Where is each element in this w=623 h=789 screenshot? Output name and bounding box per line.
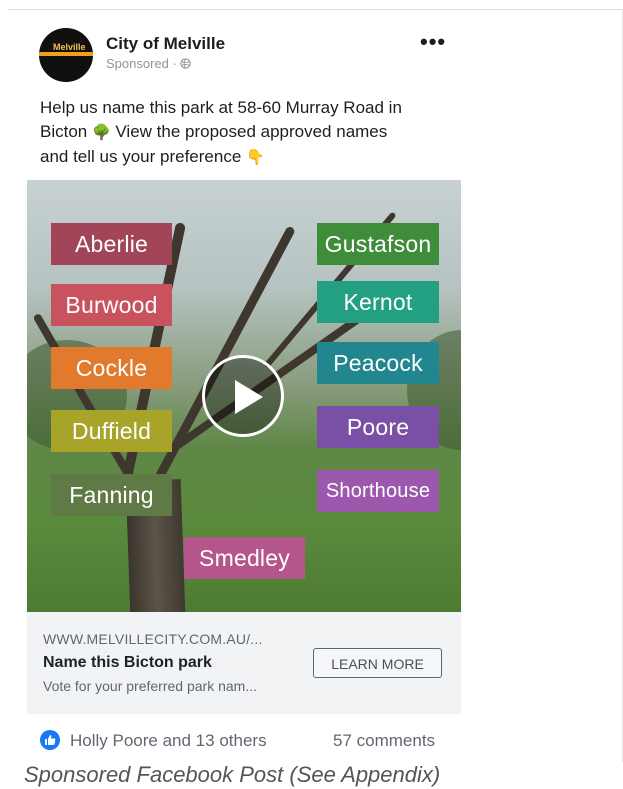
post-text: Help us name this park at 58-60 Murray R… bbox=[40, 96, 460, 170]
figure-caption: Sponsored Facebook Post (See Appendix) bbox=[24, 762, 441, 787]
globe-icon bbox=[180, 58, 192, 69]
post-text-line3: and tell us your preference bbox=[40, 147, 242, 166]
park-name-duffield: Duffield bbox=[51, 410, 172, 452]
sponsored-text: Sponsored · bbox=[106, 56, 181, 71]
learn-more-button[interactable]: LEARN MORE bbox=[313, 648, 442, 678]
park-name-gustafson: Gustafson bbox=[317, 223, 439, 265]
post-text-line2a: Bicton bbox=[40, 122, 88, 141]
park-name-poore: Poore bbox=[317, 406, 439, 448]
pointing-down-emoji-icon: 👇 bbox=[246, 149, 265, 166]
play-button[interactable] bbox=[202, 355, 284, 437]
park-name-peacock: Peacock bbox=[317, 342, 439, 384]
tree-emoji-icon: 🌳 bbox=[91, 124, 111, 141]
link-title: Name this Bicton park bbox=[43, 654, 212, 671]
avatar-logo-text: Melville bbox=[53, 42, 86, 52]
post-text-line1: Help us name this park at 58-60 Murray R… bbox=[40, 98, 402, 117]
comments-count[interactable]: 57 comments bbox=[333, 731, 435, 751]
like-icon bbox=[40, 730, 60, 750]
link-domain: WWW.MELVILLECITY.COM.AU/... bbox=[43, 631, 263, 647]
park-name-burwood: Burwood bbox=[51, 284, 172, 326]
park-name-smedley: Smedley bbox=[184, 537, 305, 579]
page-avatar[interactable]: Melville bbox=[39, 28, 93, 82]
more-options-button[interactable]: ••• bbox=[420, 31, 450, 56]
park-name-fanning: Fanning bbox=[51, 474, 172, 516]
link-description: Vote for your preferred park nam... bbox=[43, 678, 257, 694]
park-name-shorthouse: Shorthouse bbox=[317, 470, 439, 512]
park-name-cockle: Cockle bbox=[51, 347, 172, 389]
page-name-link[interactable]: City of Melville bbox=[106, 34, 225, 54]
reactions-count[interactable]: Holly Poore and 13 others bbox=[70, 731, 267, 751]
park-name-kernot: Kernot bbox=[317, 281, 439, 323]
post-text-line2b: View the proposed approved names bbox=[110, 122, 388, 141]
link-preview[interactable]: WWW.MELVILLECITY.COM.AU/... Name this Bi… bbox=[27, 612, 461, 714]
park-name-aberlie: Aberlie bbox=[51, 223, 172, 265]
avatar-band bbox=[39, 52, 93, 56]
play-icon bbox=[235, 380, 263, 414]
sponsored-label: Sponsored · bbox=[106, 56, 192, 71]
